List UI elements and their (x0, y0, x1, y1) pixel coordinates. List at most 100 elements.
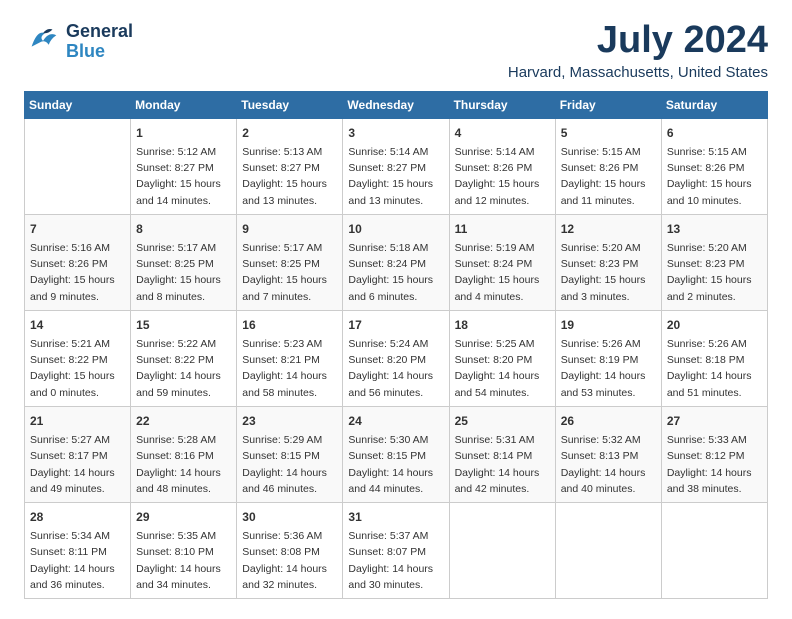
calendar-cell: 12 Sunrise: 5:20 AMSunset: 8:23 PMDayligh… (555, 214, 661, 310)
day-info: Sunrise: 5:25 AMSunset: 8:20 PMDaylight:… (455, 336, 550, 401)
day-number: 5 (561, 124, 656, 142)
day-number: 25 (455, 412, 550, 430)
day-number: 26 (561, 412, 656, 430)
calendar-title: July 2024 (508, 20, 768, 62)
day-number: 7 (30, 220, 125, 238)
calendar-cell: 29Sunrise: 5:35 AMSunset: 8:10 PMDayligh… (131, 503, 237, 599)
day-info: Sunrise: 5:28 AMSunset: 8:16 PMDaylight:… (136, 432, 231, 497)
day-info: Sunrise: 5:19 AMSunset: 8:24 PMDaylight:… (455, 240, 550, 305)
calendar-cell: 26 Sunrise: 5:32 AMSunset: 8:13 PMDayligh… (555, 406, 661, 502)
calendar-table: SundayMondayTuesdayWednesdayThursdayFrid… (24, 91, 768, 599)
calendar-cell: 8 Sunrise: 5:17 AMSunset: 8:25 PMDaylight… (131, 214, 237, 310)
logo-icon (24, 20, 62, 63)
calendar-cell: 28 Sunrise: 5:34 AMSunset: 8:11 PMDayligh… (25, 503, 131, 599)
title-block: July 2024 Harvard, Massachusetts, United… (508, 20, 768, 81)
day-number: 18 (455, 316, 550, 334)
day-number: 3 (348, 124, 443, 142)
day-info: Sunrise: 5:15 AMSunset: 8:26 PMDaylight:… (561, 144, 656, 209)
calendar-cell: 24 Sunrise: 5:30 AMSunset: 8:15 PMDayligh… (343, 406, 449, 502)
day-info: Sunrise: 5:23 AMSunset: 8:21 PMDaylight:… (242, 336, 337, 401)
day-info: Sunrise: 5:29 AMSunset: 8:15 PMDaylight:… (242, 432, 337, 497)
calendar-cell: 27Sunrise: 5:33 AMSunset: 8:12 PMDayligh… (661, 406, 767, 502)
header-cell-sunday: Sunday (25, 91, 131, 118)
day-info: Sunrise: 5:20 AMSunset: 8:23 PMDaylight:… (561, 240, 656, 305)
calendar-subtitle: Harvard, Massachusetts, United States (508, 64, 768, 81)
day-info: Sunrise: 5:17 AMSunset: 8:25 PMDaylight:… (136, 240, 231, 305)
week-row-1: 1 Sunrise: 5:12 AMSunset: 8:27 PMDaylight… (25, 118, 768, 214)
day-number: 30 (242, 508, 337, 526)
day-number: 1 (136, 124, 231, 142)
day-info: Sunrise: 5:17 AMSunset: 8:25 PMDaylight:… (242, 240, 337, 305)
calendar-cell: 3 Sunrise: 5:14 AMSunset: 8:27 PMDaylight… (343, 118, 449, 214)
week-row-3: 14Sunrise: 5:21 AMSunset: 8:22 PMDayligh… (25, 310, 768, 406)
header-cell-monday: Monday (131, 91, 237, 118)
header-cell-tuesday: Tuesday (237, 91, 343, 118)
calendar-cell: 9 Sunrise: 5:17 AMSunset: 8:25 PMDaylight… (237, 214, 343, 310)
header-cell-wednesday: Wednesday (343, 91, 449, 118)
calendar-cell: 1 Sunrise: 5:12 AMSunset: 8:27 PMDaylight… (131, 118, 237, 214)
day-number: 17 (348, 316, 443, 334)
day-info: Sunrise: 5:12 AMSunset: 8:27 PMDaylight:… (136, 144, 231, 209)
calendar-cell: 22Sunrise: 5:28 AMSunset: 8:16 PMDayligh… (131, 406, 237, 502)
day-info: Sunrise: 5:16 AMSunset: 8:26 PMDaylight:… (30, 240, 125, 305)
calendar-cell: 16Sunrise: 5:23 AMSunset: 8:21 PMDayligh… (237, 310, 343, 406)
calendar-cell: 17 Sunrise: 5:24 AMSunset: 8:20 PMDayligh… (343, 310, 449, 406)
calendar-cell (25, 118, 131, 214)
calendar-cell: 5 Sunrise: 5:15 AMSunset: 8:26 PMDaylight… (555, 118, 661, 214)
day-info: Sunrise: 5:32 AMSunset: 8:13 PMDaylight:… (561, 432, 656, 497)
day-info: Sunrise: 5:36 AMSunset: 8:08 PMDaylight:… (242, 528, 337, 593)
day-info: Sunrise: 5:34 AMSunset: 8:11 PMDaylight:… (30, 528, 125, 593)
calendar-cell: 15 Sunrise: 5:22 AMSunset: 8:22 PMDayligh… (131, 310, 237, 406)
day-number: 2 (242, 124, 337, 142)
day-number: 21 (30, 412, 125, 430)
calendar-cell (555, 503, 661, 599)
header-cell-friday: Friday (555, 91, 661, 118)
day-number: 29 (136, 508, 231, 526)
calendar-cell: 21 Sunrise: 5:27 AMSunset: 8:17 PMDayligh… (25, 406, 131, 502)
logo: General Blue (24, 20, 133, 63)
day-info: Sunrise: 5:37 AMSunset: 8:07 PMDaylight:… (348, 528, 443, 593)
day-number: 19 (561, 316, 656, 334)
day-info: Sunrise: 5:18 AMSunset: 8:24 PMDaylight:… (348, 240, 443, 305)
page-header: General Blue July 2024 Harvard, Massachu… (24, 20, 768, 81)
day-number: 24 (348, 412, 443, 430)
calendar-cell: 25 Sunrise: 5:31 AMSunset: 8:14 PMDayligh… (449, 406, 555, 502)
calendar-cell: 23Sunrise: 5:29 AMSunset: 8:15 PMDayligh… (237, 406, 343, 502)
calendar-cell: 7 Sunrise: 5:16 AMSunset: 8:26 PMDaylight… (25, 214, 131, 310)
day-info: Sunrise: 5:27 AMSunset: 8:17 PMDaylight:… (30, 432, 125, 497)
week-row-5: 28 Sunrise: 5:34 AMSunset: 8:11 PMDayligh… (25, 503, 768, 599)
calendar-cell: 14Sunrise: 5:21 AMSunset: 8:22 PMDayligh… (25, 310, 131, 406)
calendar-header: SundayMondayTuesdayWednesdayThursdayFrid… (25, 91, 768, 118)
day-info: Sunrise: 5:31 AMSunset: 8:14 PMDaylight:… (455, 432, 550, 497)
day-number: 8 (136, 220, 231, 238)
calendar-cell: 6Sunrise: 5:15 AMSunset: 8:26 PMDaylight… (661, 118, 767, 214)
day-info: Sunrise: 5:26 AMSunset: 8:18 PMDaylight:… (667, 336, 762, 401)
day-number: 27 (667, 412, 762, 430)
day-info: Sunrise: 5:13 AMSunset: 8:27 PMDaylight:… (242, 144, 337, 209)
day-number: 20 (667, 316, 762, 334)
day-info: Sunrise: 5:24 AMSunset: 8:20 PMDaylight:… (348, 336, 443, 401)
day-info: Sunrise: 5:14 AMSunset: 8:27 PMDaylight:… (348, 144, 443, 209)
day-number: 13 (667, 220, 762, 238)
calendar-cell: 2 Sunrise: 5:13 AMSunset: 8:27 PMDaylight… (237, 118, 343, 214)
day-number: 15 (136, 316, 231, 334)
calendar-cell (661, 503, 767, 599)
day-info: Sunrise: 5:21 AMSunset: 8:22 PMDaylight:… (30, 336, 125, 401)
logo-blue-text: Blue (66, 42, 133, 62)
day-number: 12 (561, 220, 656, 238)
day-info: Sunrise: 5:22 AMSunset: 8:22 PMDaylight:… (136, 336, 231, 401)
calendar-cell: 10Sunrise: 5:18 AMSunset: 8:24 PMDayligh… (343, 214, 449, 310)
header-cell-saturday: Saturday (661, 91, 767, 118)
week-row-4: 21 Sunrise: 5:27 AMSunset: 8:17 PMDayligh… (25, 406, 768, 502)
calendar-cell: 20 Sunrise: 5:26 AMSunset: 8:18 PMDayligh… (661, 310, 767, 406)
calendar-cell: 19Sunrise: 5:26 AMSunset: 8:19 PMDayligh… (555, 310, 661, 406)
header-row: SundayMondayTuesdayWednesdayThursdayFrid… (25, 91, 768, 118)
calendar-cell (449, 503, 555, 599)
calendar-cell: 30 Sunrise: 5:36 AMSunset: 8:08 PMDayligh… (237, 503, 343, 599)
calendar-cell: 11Sunrise: 5:19 AMSunset: 8:24 PMDayligh… (449, 214, 555, 310)
day-info: Sunrise: 5:30 AMSunset: 8:15 PMDaylight:… (348, 432, 443, 497)
day-number: 9 (242, 220, 337, 238)
calendar-body: 1 Sunrise: 5:12 AMSunset: 8:27 PMDaylight… (25, 118, 768, 598)
day-number: 28 (30, 508, 125, 526)
calendar-cell: 13Sunrise: 5:20 AMSunset: 8:23 PMDayligh… (661, 214, 767, 310)
